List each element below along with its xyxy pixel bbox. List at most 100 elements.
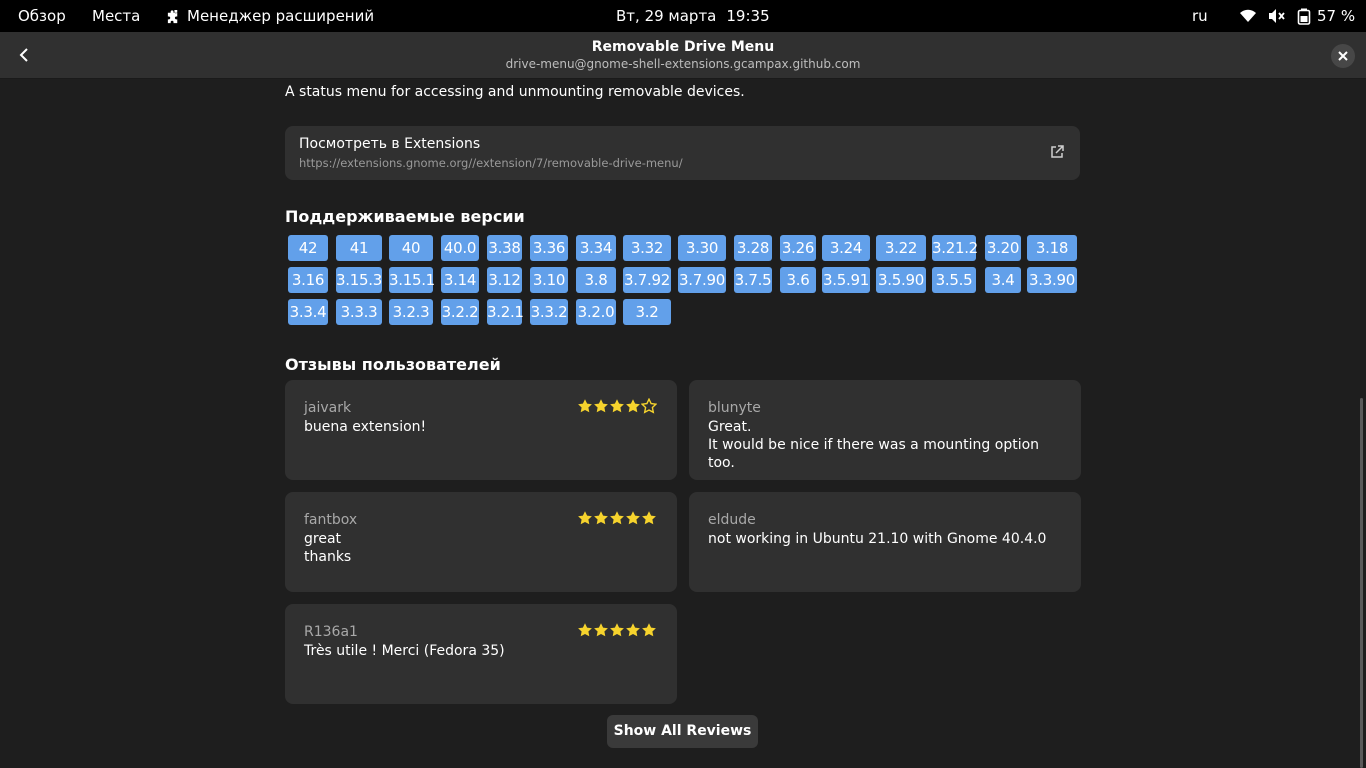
version-chip: 3.6 [780,267,816,293]
version-chip: 3.14 [441,267,479,293]
review-card: fantbox great thanks [285,492,677,592]
version-chip: 3.24 [822,235,870,261]
star-outline-icon [641,398,657,414]
version-chip: 3.28 [734,235,772,261]
version-chip: 3.5.91 [822,267,870,293]
app-menu[interactable]: Менеджер расширений [166,0,374,32]
volume-muted-icon[interactable] [1268,8,1286,24]
review-author: jaivark [304,400,352,416]
version-chip: 3.38 [487,235,522,261]
version-chip: 3.15.3 [336,267,382,293]
star-filled-icon [610,399,624,413]
version-chip: 3.18 [1027,235,1077,261]
version-chip: 3.2.1 [487,299,524,325]
review-card: jaivark buena extension! [285,380,677,480]
review-card: R136a1 Très utile ! Merci (Fedora 35) [285,604,677,704]
version-chip: 3.20 [985,235,1021,261]
review-author: fantbox [304,512,358,528]
date-label: Вт, 29 марта [616,7,717,25]
star-filled-icon [626,399,640,413]
star-filled-icon [610,623,624,637]
wifi-icon[interactable] [1239,8,1257,24]
time-label: 19:35 [726,7,770,25]
show-all-reviews-button[interactable]: Show All Reviews [607,715,758,748]
reviews-heading: Отзывы пользователей [285,355,501,374]
version-chip: 3.34 [576,235,616,261]
battery-icon [1297,8,1311,25]
clock[interactable]: Вт, 29 марта 19:35 [616,0,770,32]
version-chip: 3.36 [530,235,568,261]
star-filled-icon [578,623,592,637]
star-filled-icon [610,511,624,525]
star-filled-icon [578,511,592,525]
star-filled-icon [594,399,608,413]
review-text: great thanks [304,531,352,565]
window-subtitle: drive-menu@gnome-shell-extensions.gcampa… [505,57,861,71]
version-chip: 3.2.2 [441,299,479,325]
review-author: R136a1 [304,624,358,640]
version-chip: 3.12 [487,267,522,293]
review-text: Très utile ! Merci (Fedora 35) [304,643,505,659]
places-menu[interactable]: Места [92,0,140,32]
review-text: Great. It would be nice if there was a m… [708,419,1040,471]
version-chip: 3.5.90 [876,267,926,293]
extension-description: A status menu for accessing and unmounti… [285,84,745,100]
version-chip: 3.2.3 [389,299,433,325]
version-chip: 3.7.5 [734,267,772,293]
version-chip: 3.5.5 [932,267,976,293]
window-title: Removable Drive Menu [591,39,775,55]
version-chip: 3.22 [876,235,926,261]
version-chip: 3.30 [678,235,726,261]
review-card: blunyte Great. It would be nice if there … [689,380,1081,480]
extension-details[interactable]: A status menu for accessing and unmounti… [0,79,1366,768]
version-chip: 3.3.3 [336,299,382,325]
version-chip: 41 [336,235,382,261]
version-chip: 3.7.90 [678,267,726,293]
version-chip: 42 [288,235,328,261]
top-bar: Обзор Места Менеджер расширений Вт, 29 м… [0,0,1366,32]
star-filled-icon [594,623,608,637]
version-chip: 3.8 [576,267,616,293]
keyboard-layout-indicator[interactable]: ru [1192,0,1208,32]
star-filled-icon [594,511,608,525]
version-chip: 3.32 [623,235,671,261]
version-chip: 3.21.2 [932,235,978,261]
versions-heading: Поддерживаемые версии [285,207,525,226]
version-chip: 3.4 [985,267,1021,293]
version-chip: 3.3.4 [288,299,328,325]
review-text: not working in Ubuntu 21.10 with Gnome 4… [708,531,1047,547]
version-chip: 3.10 [530,267,568,293]
version-chip: 3.16 [288,267,328,293]
version-chip: 3.26 [780,235,816,261]
review-text: buena extension! [304,419,427,435]
external-link-icon [1051,145,1064,158]
close-icon [1338,51,1348,61]
star-filled-icon [642,623,656,637]
header-bar: Removable Drive Menu drive-menu@gnome-sh… [0,32,1366,79]
version-chip: 3.2 [623,299,671,325]
star-rating [577,510,657,526]
version-chip: 3.2.0 [576,299,616,325]
version-chip: 3.3.2 [530,299,568,325]
review-author: eldude [708,512,756,528]
app-menu-label: Менеджер расширений [187,7,375,25]
puzzle-icon [167,9,178,23]
star-rating [577,398,657,414]
battery-percent: 57 % [1317,7,1356,25]
battery-indicator[interactable]: 57 % [1297,0,1355,32]
star-rating [577,622,657,638]
review-author: blunyte [708,400,761,416]
star-filled-icon [626,511,640,525]
version-chip: 3.7.92 [623,267,671,293]
version-chip: 40.0 [441,235,479,261]
version-chip: 3.15.1 [389,267,435,293]
link-title: Посмотреть в Extensions [299,136,481,152]
scrollbar[interactable] [1360,398,1363,768]
extensions-website-link[interactable]: Посмотреть в Extensions https://extensio… [285,126,1080,180]
version-chip: 3.3.90 [1027,267,1077,293]
close-button[interactable] [1331,44,1355,68]
star-filled-icon [578,399,592,413]
review-card: eldude not working in Ubuntu 21.10 with G… [689,492,1081,592]
version-chip: 40 [389,235,433,261]
activities-button[interactable]: Обзор [18,0,66,32]
